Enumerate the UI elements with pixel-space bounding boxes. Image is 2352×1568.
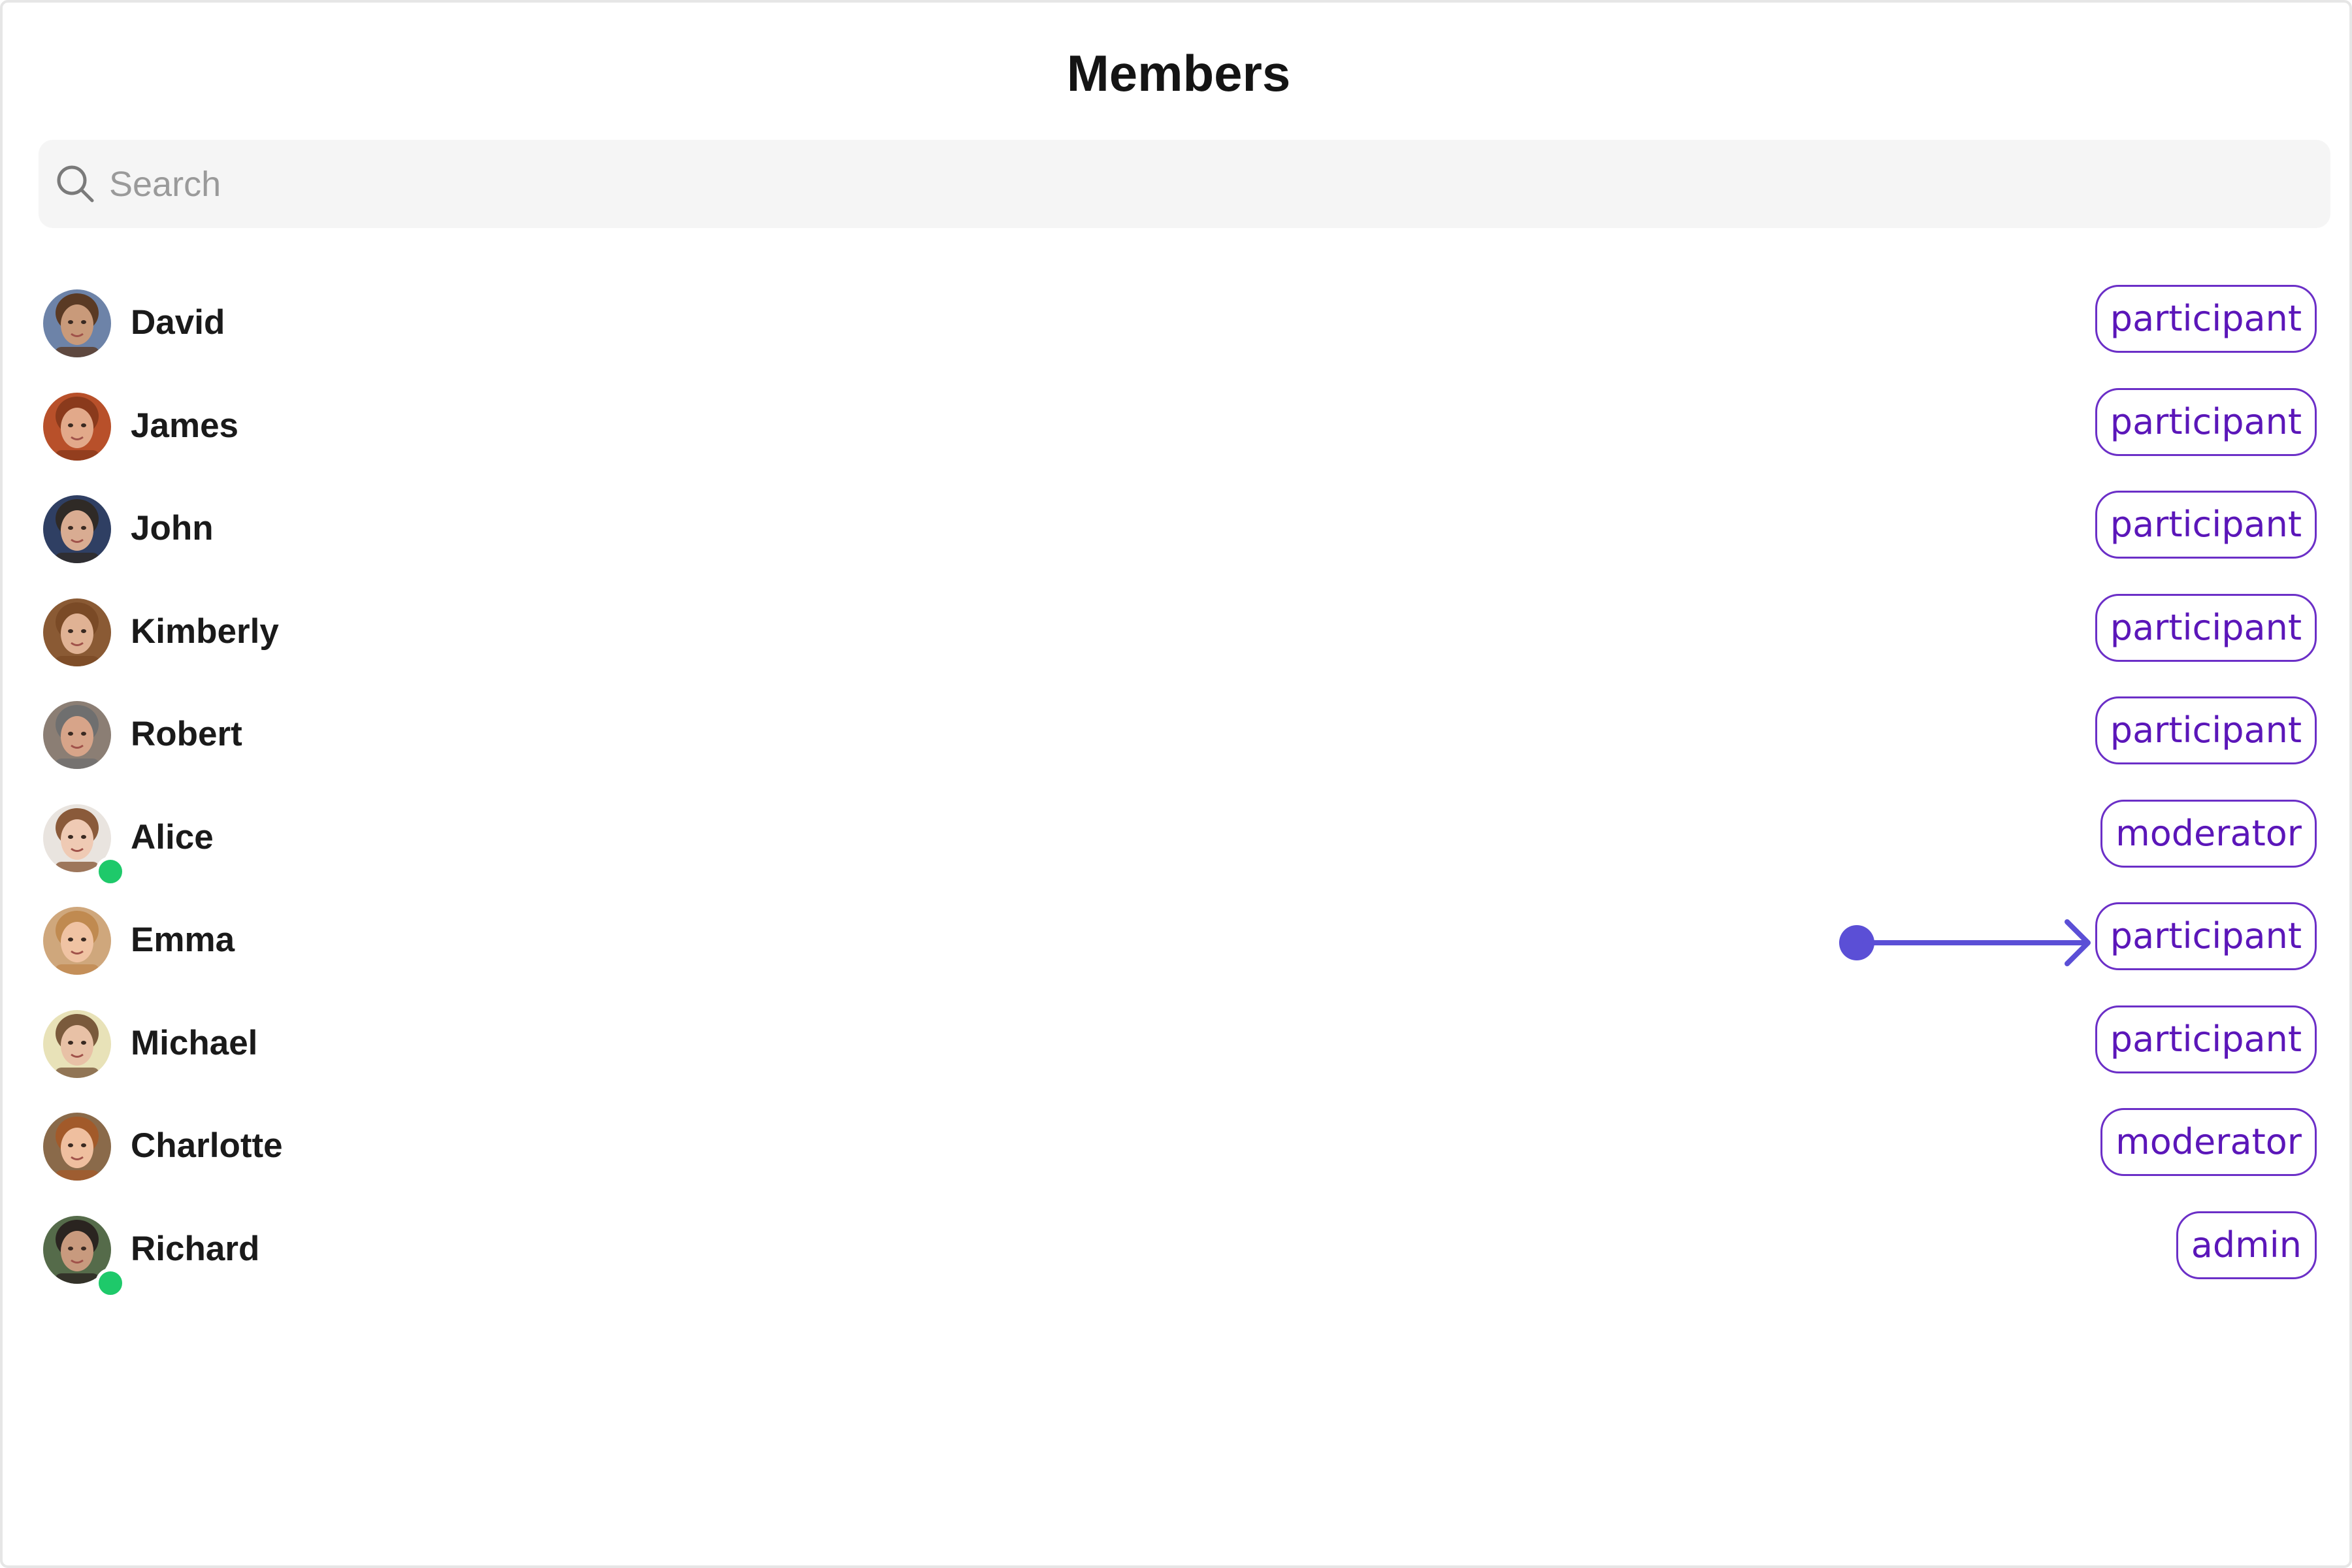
member-row[interactable]: Robert participant: [3, 681, 2352, 784]
member-row[interactable]: Richard admin: [3, 1196, 2352, 1299]
avatar-image: [43, 907, 111, 975]
role-badge[interactable]: moderator: [2100, 799, 2317, 868]
member-row[interactable]: Charlotte moderator: [3, 1092, 2352, 1196]
avatar[interactable]: [43, 1009, 111, 1078]
member-name: John: [131, 509, 214, 547]
avatar[interactable]: [43, 1113, 111, 1181]
role-badge[interactable]: participant: [2095, 491, 2317, 559]
avatar[interactable]: [43, 701, 111, 769]
member-row[interactable]: Kimberly participant: [3, 578, 2352, 681]
role-badge[interactable]: moderator: [2100, 1108, 2317, 1176]
role-badge[interactable]: participant: [2095, 285, 2317, 353]
role-badge[interactable]: admin: [2176, 1211, 2317, 1279]
avatar-image: [43, 1113, 111, 1181]
online-status-dot: [95, 1267, 125, 1298]
search-bar[interactable]: [39, 140, 2330, 228]
avatar-image: [43, 1009, 111, 1078]
member-row[interactable]: Alice moderator: [3, 784, 2352, 887]
search-icon: [57, 165, 94, 203]
member-name: Emma: [131, 921, 235, 959]
members-panel: Members David participant James participant…: [0, 0, 2352, 1568]
avatar[interactable]: [43, 1215, 125, 1298]
page-title: Members: [1066, 44, 1291, 102]
pointer-arrow: [1839, 919, 2091, 966]
role-badge[interactable]: participant: [2095, 593, 2317, 662]
avatar-image: [43, 495, 111, 563]
avatar-image: [43, 392, 111, 461]
member-row[interactable]: David participant: [3, 269, 2352, 372]
online-status-dot: [95, 856, 125, 887]
member-name: Charlotte: [131, 1126, 283, 1165]
member-name: Robert: [131, 715, 242, 753]
member-row[interactable]: James participant: [3, 372, 2352, 476]
role-badge[interactable]: participant: [2095, 1005, 2317, 1073]
avatar-image: [43, 701, 111, 769]
member-row[interactable]: Michael participant: [3, 990, 2352, 1093]
member-row[interactable]: John participant: [3, 475, 2352, 578]
member-name: Michael: [131, 1023, 258, 1062]
avatar[interactable]: [43, 495, 111, 563]
member-name: James: [131, 406, 239, 445]
role-badge[interactable]: participant: [2095, 902, 2317, 970]
member-name: Alice: [131, 817, 214, 857]
avatar[interactable]: [43, 907, 111, 975]
member-name: Richard: [131, 1229, 260, 1268]
avatar[interactable]: [43, 804, 125, 887]
role-badge[interactable]: participant: [2095, 387, 2317, 456]
role-badge[interactable]: participant: [2095, 696, 2317, 764]
avatar-image: [43, 598, 111, 666]
member-name: David: [131, 303, 225, 342]
avatar-image: [43, 289, 111, 357]
avatar[interactable]: [43, 392, 111, 461]
member-name: Kimberly: [131, 612, 279, 651]
avatar[interactable]: [43, 289, 111, 357]
search-input[interactable]: [109, 140, 2265, 228]
avatar[interactable]: [43, 598, 111, 666]
